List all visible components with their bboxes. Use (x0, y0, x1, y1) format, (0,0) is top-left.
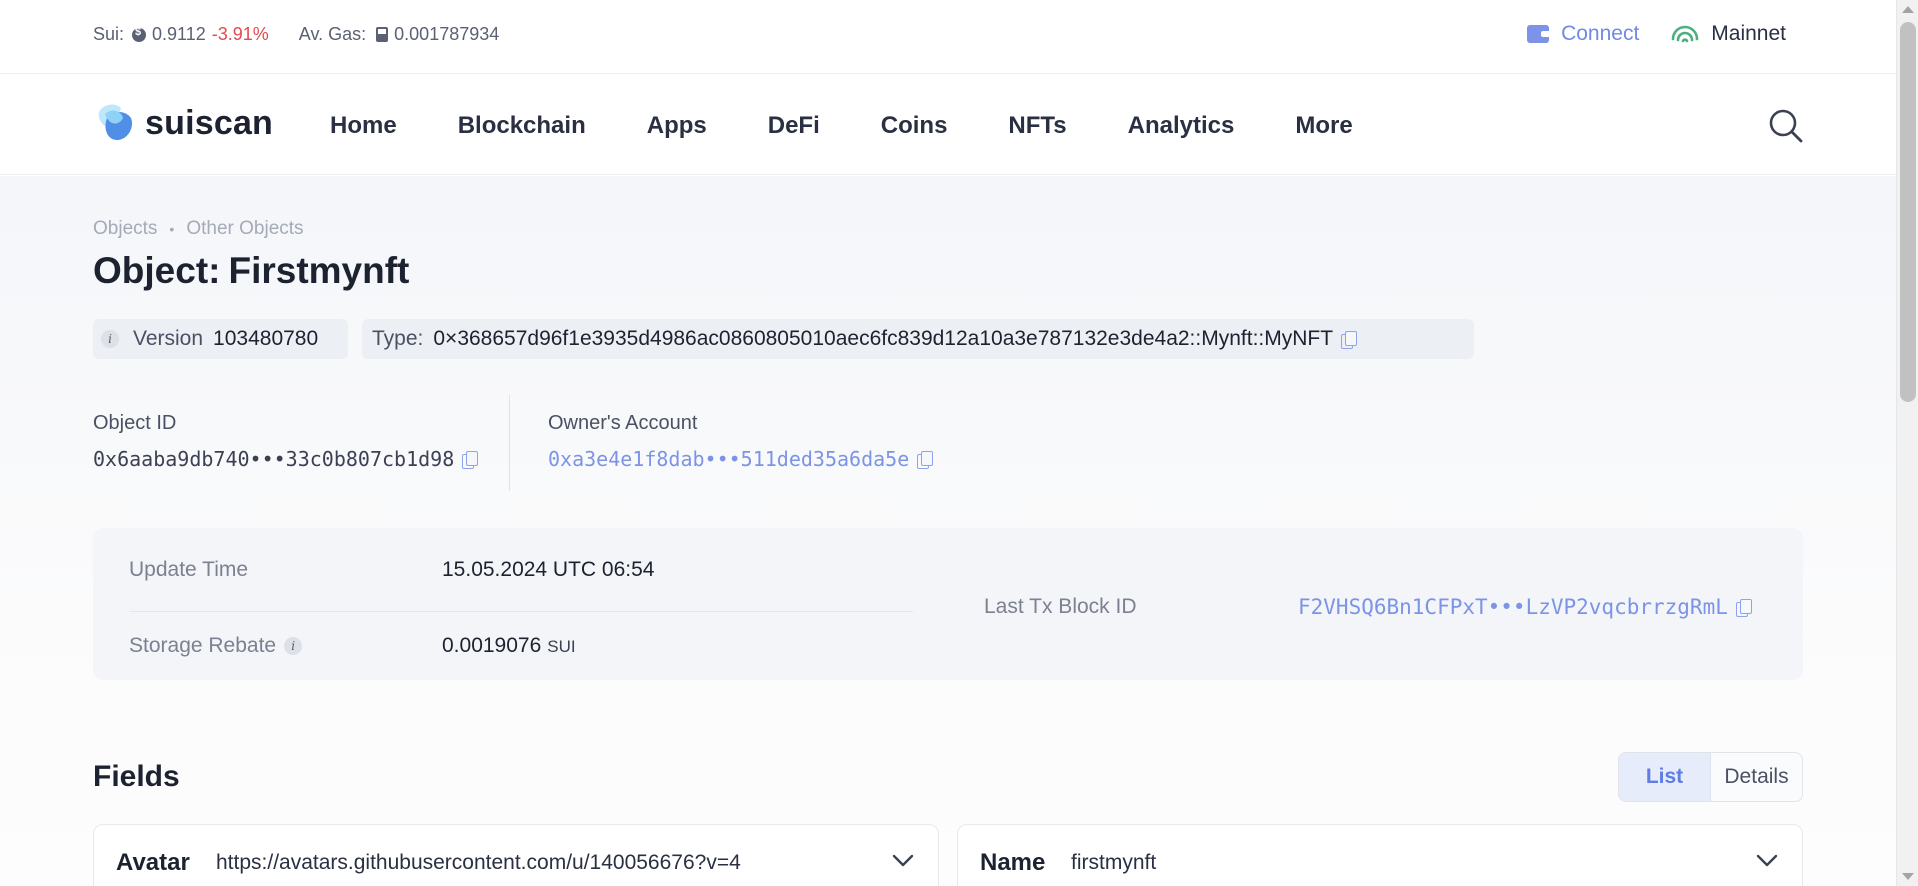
chevron-down-icon[interactable] (1754, 847, 1780, 873)
field-card-avatar[interactable]: Avatar https://avatars.githubusercontent… (93, 824, 939, 886)
field-key: Name (980, 849, 1046, 876)
owner-label: Owner's Account (548, 412, 698, 434)
breadcrumb-other-objects[interactable]: Other Objects (186, 218, 303, 240)
field-key: Avatar (116, 849, 190, 876)
network-selector[interactable]: Mainnet (1671, 22, 1786, 46)
last-tx-link[interactable]: F2VHSQ6Bn1CFPxT•••LzVP2vqcbrrzgRmL (1298, 595, 1728, 619)
object-id-label: Object ID (93, 412, 177, 434)
breadcrumb: Objects • Other Objects (93, 218, 304, 240)
info-icon[interactable]: i (284, 637, 303, 655)
title-prefix: Object: (93, 250, 221, 291)
nav-item-coins[interactable]: Coins (881, 112, 948, 140)
version-badge: i Version 103480780 (93, 319, 348, 359)
search-icon[interactable] (1768, 108, 1804, 144)
row-divider (129, 611, 913, 612)
field-value: firstmynft (1071, 851, 1157, 874)
nav-item-more[interactable]: More (1295, 112, 1352, 140)
last-tx-label: Last Tx Block ID (984, 595, 1137, 618)
type-badge: Type: 0×368657d96f1e3935d4986ac086080501… (362, 319, 1474, 359)
connect-label: Connect (1561, 22, 1640, 45)
copy-tx-icon[interactable] (1735, 598, 1752, 617)
sui-price-value: 0.9112 (152, 24, 206, 44)
object-page: Objects • Other Objects Object: Firstmynf… (0, 176, 1896, 886)
type-label: Type: (372, 327, 424, 350)
logo-text: suiscan (145, 103, 274, 142)
version-value: 103480780 (213, 327, 319, 350)
update-time-value: 15.05.2024 UTC 06:54 (442, 558, 655, 581)
copy-type-icon[interactable] (1341, 330, 1358, 349)
nav-item-defi[interactable]: DeFi (768, 112, 820, 140)
sui-price-change: -3.91% (211, 24, 269, 44)
gas-pump-icon (376, 27, 389, 42)
page-title: Object: Firstmynft (93, 250, 409, 292)
last-tx-row-value: F2VHSQ6Bn1CFPxT•••LzVP2vqcbrrzgRmL (1298, 595, 1752, 619)
owner-block: Owner's Account 0xa3e4e1f8dab•••511ded35… (548, 412, 934, 471)
nav-item-home[interactable]: Home (330, 112, 397, 140)
nav-item-nfts[interactable]: NFTs (1008, 112, 1066, 140)
type-value: 0×368657d96f1e3935d4986ac0860805010aec6f… (433, 327, 1334, 350)
main-nav: suiscan Home Blockchain Apps DeFi Coins … (0, 75, 1896, 175)
storage-rebate-unit: SUI (547, 637, 576, 656)
sui-price-label: Sui: (93, 24, 125, 44)
update-time-label: Update Time (129, 558, 249, 581)
scroll-down-icon[interactable] (1902, 873, 1914, 880)
ticker-actions: Connect Mainnet (1527, 22, 1786, 46)
divider (509, 395, 510, 491)
sui-coin-icon (132, 26, 147, 42)
gas-label: Av. Gas: (298, 24, 367, 44)
signal-icon (1671, 25, 1699, 43)
breadcrumb-objects[interactable]: Objects (93, 218, 157, 240)
ticker-bar: Sui: 0.9112 -3.91% Av. Gas: 0.001787934 … (0, 0, 1896, 74)
version-label: Version (133, 327, 204, 350)
owner-address-link[interactable]: 0xa3e4e1f8dab•••511ded35a6da5e (548, 447, 909, 471)
fields-view-toggle: List Details (1618, 752, 1803, 802)
copy-object-id-icon[interactable] (462, 450, 479, 469)
gas-value: 0.001787934 (394, 24, 500, 44)
nav-item-apps[interactable]: Apps (647, 112, 707, 140)
network-label: Mainnet (1711, 22, 1786, 45)
connect-wallet-button[interactable]: Connect (1527, 22, 1639, 46)
suiscan-logo-icon (98, 104, 133, 140)
storage-rebate-row-label: Storage Rebate i (129, 634, 303, 658)
nav-item-analytics[interactable]: Analytics (1128, 112, 1235, 140)
nav-menu: Home Blockchain Apps DeFi Coins NFTs Ana… (330, 112, 1414, 140)
copy-owner-icon[interactable] (917, 450, 934, 469)
field-card-name[interactable]: Name firstmynft (957, 824, 1803, 886)
info-icon[interactable]: i (101, 330, 119, 348)
scroll-up-icon[interactable] (1902, 6, 1914, 13)
page-scrollbar[interactable] (1896, 0, 1918, 886)
object-id-block: Object ID 0x6aaba9db740•••33c0b807cb1d98 (93, 412, 479, 471)
nav-item-blockchain[interactable]: Blockchain (458, 112, 586, 140)
wallet-icon (1527, 25, 1550, 43)
scrollbar-thumb[interactable] (1900, 22, 1916, 402)
title-name: Firstmynft (228, 250, 410, 291)
ticker-stats: Sui: 0.9112 -3.91% Av. Gas: 0.001787934 (93, 24, 499, 45)
chevron-down-icon[interactable] (890, 847, 916, 873)
object-details-card: Update Time 15.05.2024 UTC 06:54 Storage… (93, 528, 1803, 680)
view-list-button[interactable]: List (1619, 753, 1711, 801)
object-id-value: 0x6aaba9db740•••33c0b807cb1d98 (93, 447, 455, 471)
field-value: https://avatars.githubusercontent.com/u/… (216, 851, 741, 874)
storage-rebate-value: 0.0019076 (442, 634, 542, 657)
storage-rebate-row-value: 0.0019076 SUI (442, 634, 576, 658)
breadcrumb-separator: • (169, 221, 175, 237)
storage-rebate-label: Storage Rebate (129, 634, 277, 657)
fields-heading: Fields (93, 760, 180, 793)
suiscan-logo[interactable]: suiscan (93, 100, 273, 146)
view-details-button[interactable]: Details (1711, 753, 1802, 801)
